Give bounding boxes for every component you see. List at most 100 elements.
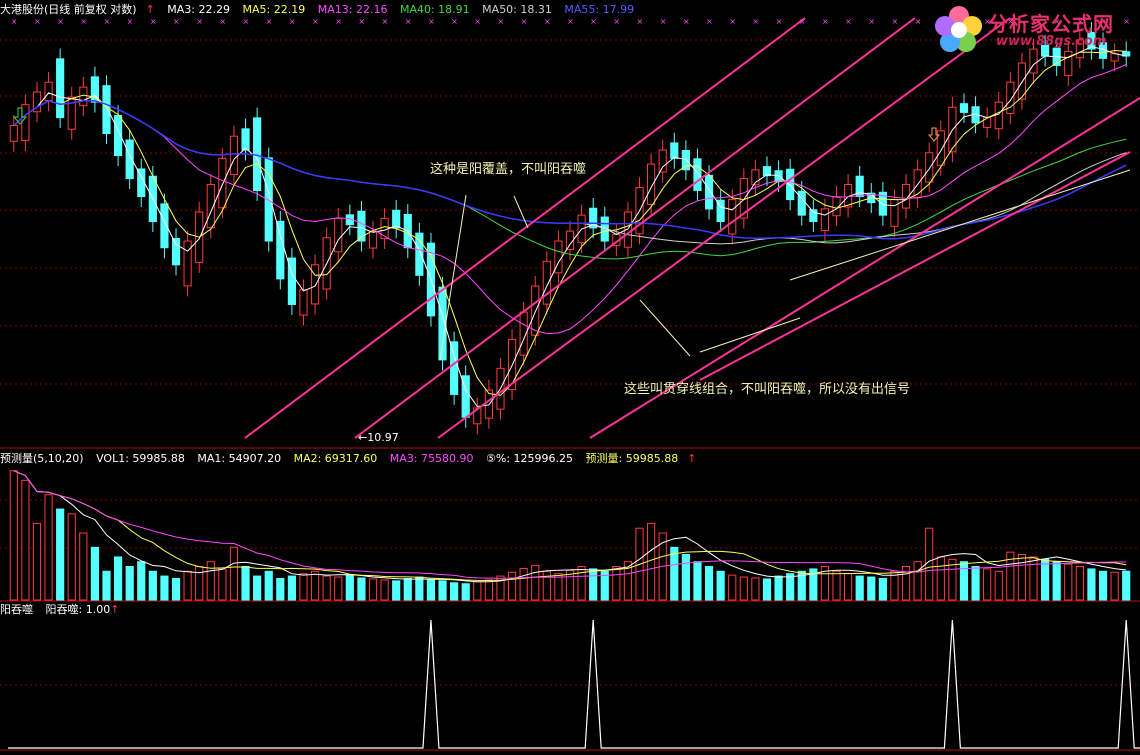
cross-marker: × [497, 17, 504, 26]
cross-marker: × [243, 17, 250, 26]
volume-bar [751, 577, 760, 601]
volume-bar [183, 570, 192, 601]
cross-marker: × [706, 17, 713, 26]
volume-bar [67, 513, 76, 601]
volume-bar [647, 522, 656, 601]
signal-value: 阳吞噬: 1.00 [45, 603, 111, 616]
volume-bar [531, 565, 540, 601]
candle [704, 174, 714, 210]
ma5-label: MA5: 22.19 [242, 3, 306, 16]
chart-stage: × × × × × × × × × × × × × × × × × × × × × × × × × × × × × × × × × × × × × × × ×… [0, 0, 1140, 755]
vol-ma2-label: MA2: 69317.60 [293, 452, 378, 465]
watermark-title: 分析家公式网 [988, 12, 1114, 36]
volume-bar [21, 479, 30, 601]
volume-bar [728, 574, 737, 601]
volume-bar [322, 575, 331, 601]
candle [542, 260, 551, 305]
candle [890, 199, 899, 227]
low-price-label: ←10.97 [358, 431, 399, 444]
vol-ma3-label: MA3: 75580.90 [389, 452, 474, 465]
candle [310, 264, 320, 305]
volume-bar [195, 566, 204, 601]
candle [276, 220, 285, 280]
flower-logo-icon [935, 6, 982, 52]
volume-bar [913, 561, 922, 601]
candle [1064, 50, 1073, 76]
volume-bar [670, 546, 679, 601]
cross-marker: × [637, 17, 644, 26]
volume-bar [612, 566, 621, 601]
cross-marker: × [11, 17, 18, 26]
volume-bar [519, 567, 528, 601]
ma50-label: MA50: 18.31 [482, 3, 552, 16]
volume-bar [925, 527, 934, 601]
volume-bar [507, 571, 517, 601]
candle [450, 341, 459, 395]
volume-bar [426, 579, 436, 601]
annotation-arrow [513, 195, 529, 229]
candle [820, 208, 830, 232]
cross-marker: × [266, 17, 273, 26]
vol-pct-label: ⑤%: 125996.25 [486, 452, 574, 465]
volume-bar [253, 575, 262, 601]
candle [925, 152, 934, 183]
candle [693, 158, 702, 191]
volume-bar [148, 570, 157, 601]
signal-up-arrow: ↑ [110, 603, 120, 616]
volume-bar [79, 532, 88, 601]
cross-marker: × [752, 17, 759, 26]
volume-bar [264, 570, 273, 601]
ma40-label: MA40: 18.91 [399, 3, 470, 16]
volume-bar [762, 578, 772, 601]
candle [681, 150, 690, 171]
cross-marker: × [150, 17, 157, 26]
volume-bar [125, 566, 134, 601]
annotation-arrow [639, 299, 691, 357]
volume-bar [1052, 561, 1061, 601]
volume-bar [1122, 570, 1131, 601]
cross-marker: × [660, 17, 667, 26]
candle [253, 117, 262, 191]
support-line [789, 169, 1131, 281]
volume-bar [1075, 566, 1084, 601]
volume-bar [438, 580, 447, 601]
volume-bar [90, 546, 99, 601]
volume-bar [32, 522, 42, 601]
candle [531, 285, 540, 336]
cover-annotation: 这种是阳覆盖，不叫阳吞噬 [430, 162, 587, 177]
watermark-url: www.88gs.com [996, 34, 1107, 49]
cross-marker: × [683, 17, 690, 26]
candle [728, 199, 737, 235]
candle [1110, 53, 1119, 62]
candle [241, 128, 250, 151]
volume-bar [229, 546, 239, 601]
ma13-line [13, 64, 1127, 335]
volume-bar [739, 576, 748, 601]
volume-bar [786, 573, 795, 601]
cross-marker: × [335, 17, 342, 26]
volume-bar [855, 575, 864, 601]
volume-bar [113, 556, 123, 601]
cross-marker: × [173, 17, 180, 26]
cross-marker: × [312, 17, 319, 26]
candle [171, 238, 181, 266]
cross-marker: × [289, 17, 296, 26]
candle [44, 81, 53, 102]
volume-bar [345, 574, 354, 601]
cross-marker: × [868, 17, 875, 26]
volume-bar [554, 573, 563, 601]
candle [647, 163, 656, 206]
volume-bar [415, 576, 424, 601]
cross-marker: × [451, 17, 458, 26]
candle [786, 168, 795, 201]
cross-marker: × [80, 17, 87, 26]
candle [229, 135, 239, 175]
volume-bar [936, 556, 945, 601]
pred-volume-label: 预测量: 59985.88 [585, 452, 679, 465]
volume-bar [1017, 554, 1027, 601]
vol-ma3-line [13, 470, 1127, 579]
volume-bar [577, 566, 586, 601]
volume-bar [241, 566, 250, 601]
cross-marker: × [521, 17, 528, 26]
volume-bar [403, 577, 412, 601]
